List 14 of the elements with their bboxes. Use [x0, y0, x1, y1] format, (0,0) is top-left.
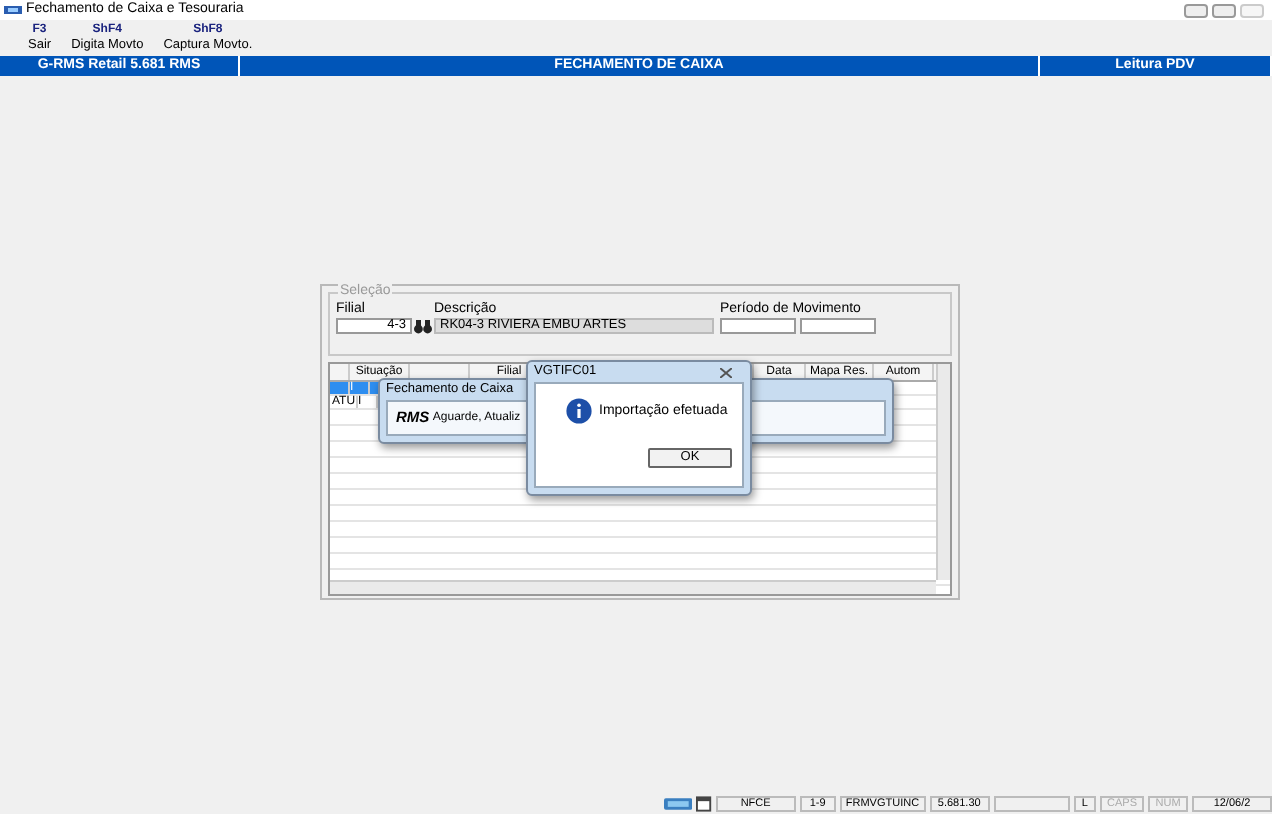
status-panel: [993, 796, 1070, 812]
minimize-button[interactable]: [1184, 3, 1208, 17]
vertical-scrollbar[interactable]: [936, 364, 950, 580]
restore-button[interactable]: [1212, 3, 1236, 17]
info-icon: [566, 398, 592, 424]
date-field[interactable]: [720, 317, 796, 334]
keyboard-icon[interactable]: [664, 796, 693, 812]
document-icon[interactable]: [696, 796, 712, 812]
horizontal-scrollbar[interactable]: [330, 580, 936, 594]
app-icon: [4, 4, 22, 16]
date-field[interactable]: [799, 317, 876, 334]
binoculars-icon[interactable]: [414, 319, 432, 334]
close-button[interactable]: [1240, 3, 1264, 17]
close-icon[interactable]: [720, 367, 732, 377]
